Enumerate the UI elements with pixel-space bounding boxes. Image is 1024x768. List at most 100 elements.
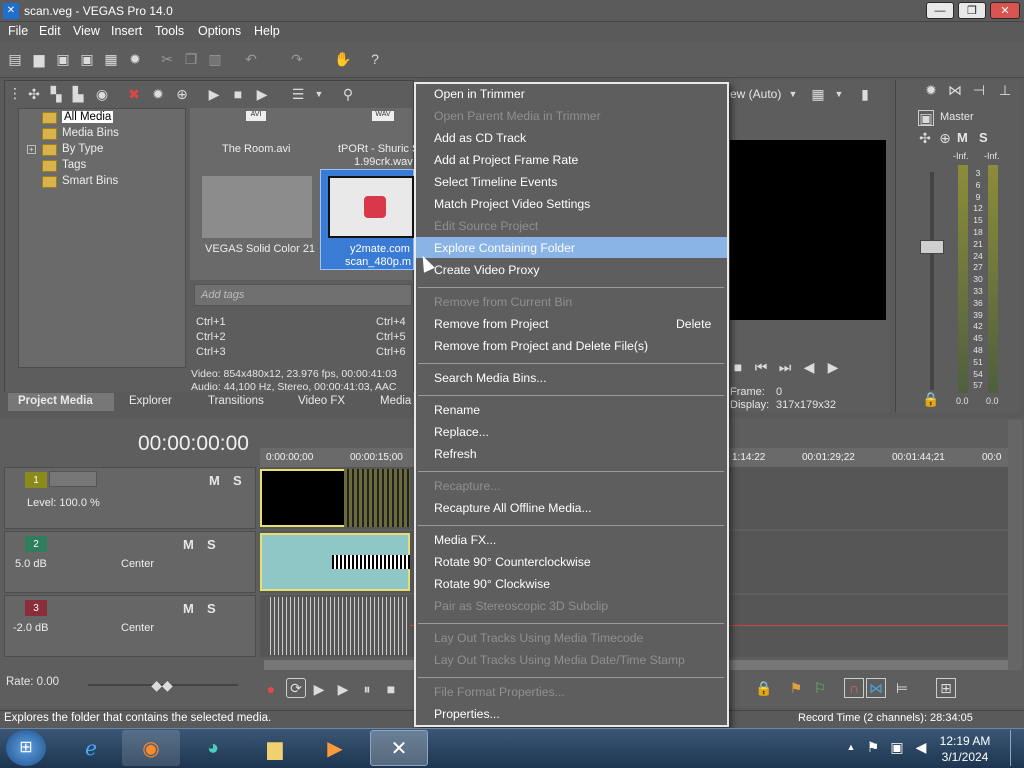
edit-tool-icon[interactable]: ⊞ bbox=[936, 678, 956, 698]
master-insert-icon[interactable]: ⋈ bbox=[946, 82, 964, 98]
action-center-flag-icon[interactable]: ⚑ bbox=[866, 740, 880, 754]
help-icon[interactable]: ? bbox=[366, 50, 384, 68]
tab-explorer[interactable]: Explorer bbox=[129, 395, 172, 407]
menu-recapture-all-offline[interactable]: Recapture All Offline Media... bbox=[434, 501, 592, 515]
master-lock-icon[interactable]: 🔒 bbox=[922, 392, 939, 406]
tab-project-media[interactable]: Project Media bbox=[18, 395, 93, 407]
tree-smart-bins[interactable]: Smart Bins bbox=[42, 175, 118, 188]
solid-color-thumbnail[interactable] bbox=[202, 176, 312, 238]
paste-icon[interactable]: ▥ bbox=[206, 50, 224, 68]
ripple-icon[interactable]: ⊨ bbox=[894, 680, 910, 696]
tray-expand-icon[interactable]: ▲ bbox=[846, 742, 856, 752]
media-fx-icon[interactable]: ⊕ bbox=[174, 86, 190, 102]
show-desktop-button[interactable] bbox=[1010, 730, 1022, 766]
timeline-vertical-scrollbar[interactable] bbox=[1008, 420, 1022, 670]
auto-preview-icon[interactable]: ▶ bbox=[254, 86, 270, 102]
next-frame-icon[interactable]: ⏭ bbox=[778, 360, 792, 374]
menu-remove-from-current-bin[interactable]: Remove from Current Bin bbox=[434, 295, 572, 309]
undo-icon[interactable]: ↶ bbox=[242, 50, 260, 68]
menu-rotate-cw[interactable]: Rotate 90° Clockwise bbox=[434, 577, 550, 591]
auto-crossfade-icon[interactable]: ⋈ bbox=[866, 678, 886, 698]
menu-add-as-cd-track[interactable]: Add as CD Track bbox=[434, 131, 526, 145]
track-solo-button[interactable]: S bbox=[207, 601, 216, 616]
menu-match-project-video-settings[interactable]: Match Project Video Settings bbox=[434, 197, 590, 211]
preview-mode-dropdown-icon[interactable]: ▼ bbox=[788, 88, 798, 100]
menu-media-fx[interactable]: Media FX... bbox=[434, 533, 496, 547]
menu-tools[interactable]: Tools bbox=[155, 24, 184, 38]
play-icon[interactable]: ▶ bbox=[336, 682, 350, 696]
menu-remove-from-project[interactable]: Remove from Project bbox=[434, 317, 548, 331]
menu-layout-by-timecode[interactable]: Lay Out Tracks Using Media Timecode bbox=[434, 631, 643, 645]
stop-preview-icon[interactable]: ■ bbox=[230, 86, 246, 102]
menu-remove-and-delete-files[interactable]: Remove from Project and Delete File(s) bbox=[434, 339, 648, 353]
preview-mode[interactable]: ew (Auto) bbox=[730, 87, 781, 101]
volume-icon[interactable]: ◀ bbox=[914, 740, 928, 754]
properties-gear-icon[interactable]: ✹ bbox=[126, 50, 144, 68]
remove-media-icon[interactable]: ✖ bbox=[126, 86, 142, 102]
get-media-icon[interactable]: ▙ bbox=[70, 86, 86, 102]
menu-open-in-trimmer[interactable]: Open in Trimmer bbox=[434, 87, 525, 101]
media-item-solid-color[interactable]: VEGAS Solid Color 21 bbox=[205, 243, 315, 255]
track-header-video-1[interactable]: 1 Level: 100.0 % M S bbox=[4, 467, 256, 529]
master-downmix-icon[interactable]: ⊥ bbox=[996, 82, 1014, 98]
region-icon[interactable]: ⚐ bbox=[812, 680, 828, 696]
track-header-audio-3[interactable]: 3 -2.0 dB Center M S bbox=[4, 595, 256, 657]
start-button-icon[interactable]: ⊞ bbox=[6, 730, 46, 766]
menu-rotate-ccw[interactable]: Rotate 90° Counterclockwise bbox=[434, 555, 591, 569]
media-item-wav-line2[interactable]: 1.99crk.wav bbox=[354, 156, 413, 168]
chat-app-icon[interactable]: ◕ bbox=[184, 730, 242, 766]
internet-explorer-icon[interactable]: ℯ bbox=[62, 730, 120, 766]
marker-icon[interactable]: ⚑ bbox=[788, 680, 804, 696]
copy-icon[interactable]: ❐ bbox=[182, 50, 200, 68]
views-icon[interactable]: ☰ bbox=[290, 86, 306, 102]
track-header-audio-2[interactable]: 2 5.0 dB Center M S bbox=[4, 531, 256, 593]
rate-slider-handle-icon[interactable]: ◆◆ bbox=[150, 678, 174, 692]
vegas-taskbar-icon[interactable]: ✕ bbox=[370, 730, 428, 766]
menu-insert[interactable]: Insert bbox=[111, 24, 142, 38]
menu-help[interactable]: Help bbox=[254, 24, 280, 38]
redo-icon[interactable]: ↷ bbox=[288, 50, 306, 68]
play-from-start-icon[interactable]: ▶ bbox=[312, 682, 326, 696]
menu-layout-by-date[interactable]: Lay Out Tracks Using Media Date/Time Sta… bbox=[434, 653, 685, 667]
network-icon[interactable]: ▣ bbox=[890, 740, 904, 754]
render-icon[interactable]: ▦ bbox=[102, 50, 120, 68]
web-media-icon[interactable]: ◉ bbox=[94, 86, 110, 102]
menu-file-format-properties[interactable]: File Format Properties... bbox=[434, 685, 565, 699]
track-mute-button[interactable]: M bbox=[183, 537, 194, 552]
track-solo-button[interactable]: S bbox=[207, 537, 216, 552]
step-forward-icon[interactable]: ▶ bbox=[826, 360, 840, 374]
stop-icon[interactable]: ■ bbox=[384, 682, 398, 696]
maximize-button[interactable]: ❐ bbox=[958, 2, 986, 19]
track-name-field[interactable] bbox=[49, 471, 97, 487]
views-dropdown-icon[interactable]: ▼ bbox=[314, 86, 324, 102]
master-fader-handle[interactable] bbox=[920, 240, 944, 254]
save-as-icon[interactable]: ▣ bbox=[78, 50, 96, 68]
tree-by-type[interactable]: By Type bbox=[42, 143, 103, 156]
close-button[interactable]: ✕ bbox=[990, 2, 1020, 19]
menu-create-video-proxy[interactable]: Create Video Proxy bbox=[434, 263, 539, 277]
menu-properties[interactable]: Properties... bbox=[434, 707, 500, 721]
menu-open-parent-media[interactable]: Open Parent Media in Trimmer bbox=[434, 109, 601, 123]
prev-frame-icon[interactable]: ⏮ bbox=[754, 360, 768, 374]
master-solo-button[interactable]: S bbox=[979, 130, 988, 145]
audio-event[interactable] bbox=[270, 597, 410, 655]
minimize-button[interactable]: — bbox=[926, 2, 954, 19]
add-tags-input[interactable]: Add tags bbox=[194, 284, 412, 306]
menu-view[interactable]: View bbox=[73, 24, 100, 38]
media-item-wav-line1[interactable]: tPORt - Shuric S bbox=[338, 143, 419, 155]
expand-icon[interactable]: + bbox=[27, 145, 36, 154]
save-icon[interactable]: ▣ bbox=[54, 50, 72, 68]
plugin-icon[interactable]: ✋ bbox=[334, 50, 352, 68]
menu-edit[interactable]: Edit bbox=[39, 24, 61, 38]
media-properties-icon[interactable]: ✹ bbox=[150, 86, 166, 102]
media-item-room[interactable]: The Room.avi bbox=[222, 143, 290, 155]
track-mute-button[interactable]: M bbox=[183, 601, 194, 616]
menu-select-timeline-events[interactable]: Select Timeline Events bbox=[434, 175, 557, 189]
menu-explore-containing-folder[interactable]: Explore Containing Folder bbox=[434, 241, 575, 255]
tree-all-media[interactable]: All Media bbox=[42, 111, 114, 124]
tab-video-fx[interactable]: Video FX bbox=[298, 395, 345, 407]
open-icon[interactable]: ▆ bbox=[30, 50, 48, 68]
master-fx-icon[interactable]: ⊣ bbox=[970, 82, 988, 98]
record-icon[interactable]: ● bbox=[264, 682, 278, 696]
track-mute-button[interactable]: M bbox=[209, 473, 220, 488]
